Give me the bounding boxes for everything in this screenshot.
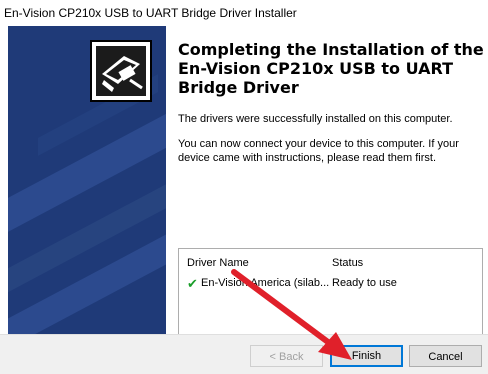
wizard-sidebar-banner (8, 26, 166, 334)
instructions-message: You can now connect your device to this … (178, 138, 459, 164)
driver-name: En-Vision America (silab... (201, 277, 330, 289)
button-bar: < Back Finish Cancel (0, 334, 488, 374)
success-message: The drivers were successfully installed … (178, 113, 453, 125)
cancel-button[interactable]: Cancel (409, 345, 482, 367)
finish-button[interactable]: Finish (330, 345, 403, 367)
back-button[interactable]: < Back (250, 345, 323, 367)
column-header-driver-name[interactable]: Driver Name (187, 257, 249, 269)
computer-install-icon (90, 40, 152, 102)
page-heading: Completing the Installation of the En-Vi… (178, 40, 484, 97)
column-header-status[interactable]: Status (332, 257, 363, 269)
window-title: En-Vision CP210x USB to UART Bridge Driv… (4, 6, 297, 20)
check-icon: ✔ (187, 276, 198, 291)
wizard-content: Completing the Installation of the En-Vi… (166, 26, 488, 354)
driver-status: Ready to use (332, 277, 397, 289)
list-item[interactable]: ✔ En-Vision America (silab... Ready to u… (179, 276, 482, 293)
title-bar: En-Vision CP210x USB to UART Bridge Driv… (0, 0, 488, 26)
